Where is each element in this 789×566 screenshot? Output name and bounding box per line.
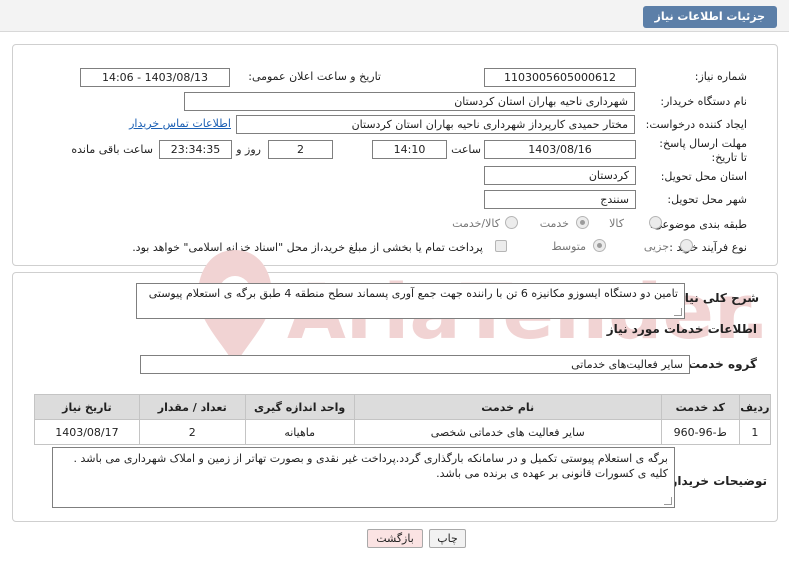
need-summary-label: شرح کلی نیاز: [673,291,759,305]
buyer-notes-label: توضیحات خریدار: [665,474,767,488]
back-button[interactable]: بازگشت [367,529,423,548]
need-number-label: شماره نیاز: [694,70,747,83]
announce-date-label: تاریخ و ساعت اعلان عمومی: [248,70,381,83]
title-bar: جزئیات اطلاعات نیاز [0,0,789,32]
print-button[interactable]: چاپ [429,529,466,548]
resize-grip-icon[interactable] [664,497,672,505]
process-radio-medium[interactable] [593,239,606,252]
buyer-org-label: نام دستگاه خریدار: [660,95,747,108]
days-label: روز و [236,143,261,156]
deadline-label: مهلت ارسال پاسخ: تا تاریخ: [659,137,747,164]
category-option-service: خدمت [539,217,569,230]
col-date-header: تاریخ نیاز [34,394,140,420]
buyer-notes-content: برگه ی استعلام پیوستی تکمیل و در سامانکه… [73,452,668,480]
treasury-payment-note: پرداخت تمام یا بخشی از مبلغ خرید،از محل … [132,241,483,254]
announce-date-field: 1403/08/13 - 14:06 [80,68,230,87]
deadline-time-label: ساعت [451,143,481,156]
col-code-header: کد خدمت [660,394,740,420]
need-number-field: 1103005605000612 [484,68,636,87]
cell-code: ط-96-960 [660,419,740,445]
service-group-label: گروه خدمت: [683,357,757,371]
category-radio-service[interactable] [576,216,589,229]
service-group-field: سایر فعالیت‌های خدماتی [140,355,690,374]
category-option-goods: کالا [609,217,624,230]
province-label: استان محل تحویل: [660,170,747,183]
province-field: کردستان [484,166,636,185]
col-row-header: ردیف [738,394,772,420]
creator-field: مختار حمیدی کارپرداز شهرداری ناحیه بهارا… [236,115,635,134]
need-summary-content: تامین دو دستگاه ایسوزو مکانیزه 6 تن با ر… [148,287,678,300]
table-row: 1 ط-96-960 سایر فعالیت های خدماتی شخصی م… [34,419,772,445]
process-option-minor: جزیی [643,240,669,253]
col-qty-header: تعداد / مقدار [138,394,246,420]
resize-grip-icon[interactable] [674,308,682,316]
services-table-header: ردیف کد خدمت نام خدمت واحد اندازه گیری ت… [34,394,772,420]
city-label: شهر محل تحویل: [667,193,747,206]
need-summary-text: تامین دو دستگاه ایسوزو مکانیزه 6 تن با ر… [136,283,685,319]
days-remaining-field: 2 [268,140,333,159]
col-name-header: نام خدمت [353,394,662,420]
buyer-notes-text: برگه ی استعلام پیوستی تکمیل و در سامانکه… [52,447,675,508]
remaining-time-field: 23:34:35 [159,140,232,159]
creator-label: ایجاد کننده درخواست: [645,118,747,131]
cell-name: سایر فعالیت های خدماتی شخصی [353,419,662,445]
buyer-org-field: شهرداری ناحیه بهاران استان کردستان [184,92,635,111]
category-label: طبقه بندی موضوعی: [649,218,747,231]
cell-unit: ماهیانه [244,419,355,445]
cell-qty: 2 [138,419,246,445]
city-field: سنندج [484,190,636,209]
treasury-payment-checkbox[interactable] [495,240,507,252]
services-section-title: اطلاعات خدمات مورد نیاز [606,322,757,336]
category-radio-goods[interactable] [649,216,662,229]
process-radio-minor[interactable] [680,239,693,252]
buyer-contact-link[interactable]: اطلاعات تماس خریدار [129,117,231,130]
deadline-time-field: 14:10 [372,140,447,159]
category-option-goods-service: کالا/خدمت [452,217,500,230]
page-title: جزئیات اطلاعات نیاز [642,6,777,28]
cell-date: 1403/08/17 [34,419,140,445]
col-unit-header: واحد اندازه گیری [244,394,355,420]
services-table: ردیف کد خدمت نام خدمت واحد اندازه گیری ت… [34,394,772,445]
remaining-time-label: ساعت باقی مانده [71,143,153,156]
category-radio-goods-service[interactable] [505,216,518,229]
process-option-medium: متوسط [551,240,586,253]
cell-row: 1 [738,419,772,445]
deadline-date-field: 1403/08/16 [484,140,636,159]
